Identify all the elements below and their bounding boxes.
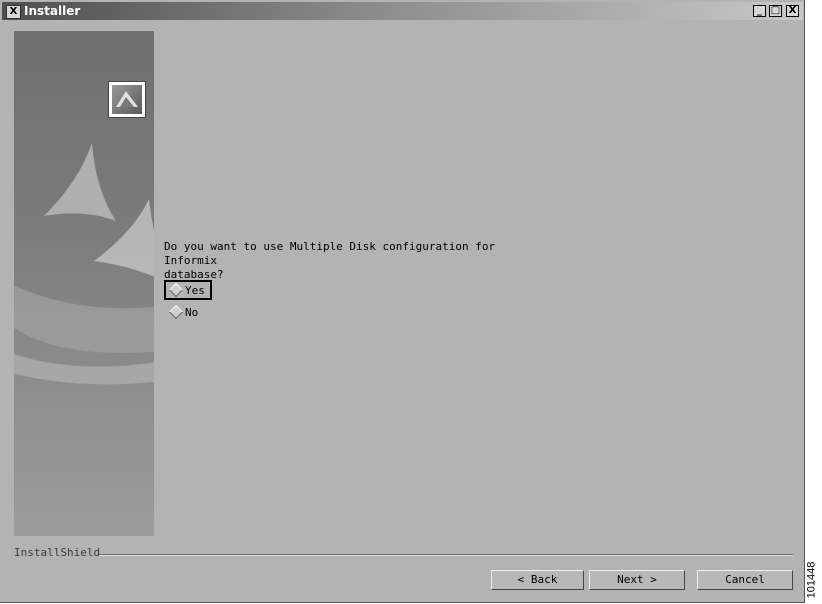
logo-icon	[116, 91, 138, 107]
x-app-icon[interactable]: X	[6, 5, 21, 19]
radio-diamond-icon	[168, 304, 184, 320]
radio-option-yes[interactable]: Yes	[164, 280, 212, 300]
window-title: Installer	[24, 4, 81, 18]
question-text: Do you want to use Multiple Disk configu…	[164, 240, 496, 281]
installshield-logo	[108, 81, 146, 118]
radio-diamond-icon	[168, 282, 184, 298]
radio-option-no[interactable]: No	[164, 302, 212, 322]
figure-id-mark: 101448	[805, 560, 821, 604]
footer-divider	[99, 554, 793, 556]
radio-label-yes: Yes	[185, 283, 205, 297]
installer-window: X Installer _ □ X Do you want to use Mul…	[0, 0, 805, 603]
installshield-brand-label: InstallShield	[14, 546, 101, 559]
back-button[interactable]: < Back	[491, 570, 584, 590]
close-button[interactable]: X	[786, 5, 799, 17]
installshield-side-banner	[14, 31, 154, 536]
title-bar[interactable]: X Installer _ □ X	[2, 2, 803, 20]
maximize-button[interactable]: □	[769, 5, 782, 17]
cancel-button[interactable]: Cancel	[697, 570, 793, 590]
radio-label-no: No	[185, 305, 199, 319]
next-button[interactable]: Next >	[589, 570, 685, 590]
minimize-button[interactable]: _	[753, 5, 766, 17]
figure-id-text: 101448	[805, 561, 818, 599]
